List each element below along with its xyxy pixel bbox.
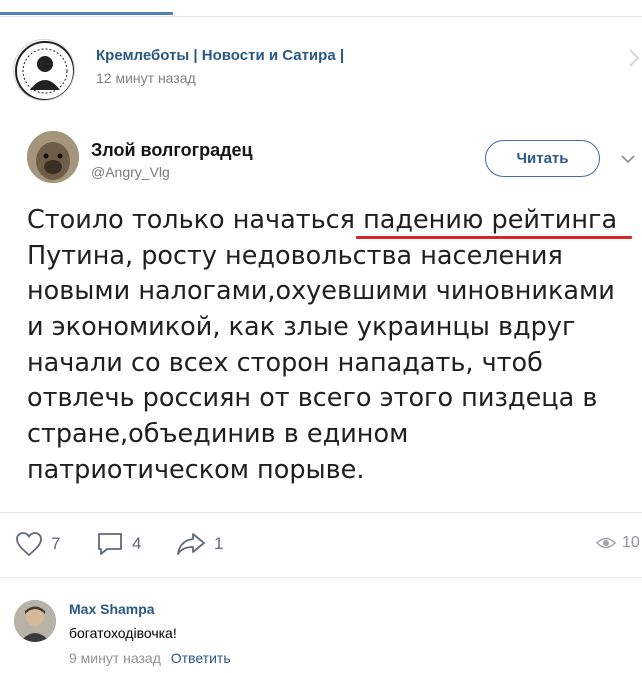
- post-menu-icon[interactable]: [628, 48, 642, 68]
- person-avatar-icon: [14, 600, 56, 642]
- share-icon: [177, 533, 205, 555]
- tweet-text-line: отвлечь россиян от всего этого пиздеца в: [27, 383, 598, 414]
- comment-count: 4: [132, 534, 142, 553]
- commenter-avatar[interactable]: [14, 600, 56, 642]
- divider: [0, 512, 642, 513]
- tweet-text-line: начали со всех сторон нападать, чтоб: [27, 347, 543, 378]
- tweet-text-line: стране,объединив в едином: [27, 419, 409, 450]
- tweet-text: Стоило только начаться падению рейтинга …: [27, 203, 642, 489]
- comment-time[interactable]: 9 минут назад: [69, 650, 161, 666]
- chevron-down-icon[interactable]: [620, 152, 636, 164]
- tweet-text-line: и экономикой, как злые украинцы вдруг: [27, 312, 576, 343]
- views-counter: 10: [596, 534, 640, 552]
- share-count: 1: [214, 534, 224, 553]
- views-count: 10: [622, 534, 640, 551]
- comment-icon: [98, 533, 122, 555]
- tweet-text-line: Стоило только начаться падению рейтинга: [27, 205, 618, 235]
- follow-button[interactable]: Читать: [485, 140, 600, 177]
- group-name[interactable]: Кремлеботы | Новости и Сатира |: [96, 47, 344, 64]
- eye-icon: [596, 537, 616, 549]
- share-button[interactable]: 1: [176, 530, 223, 558]
- divider: [0, 577, 642, 578]
- comment-author[interactable]: Max Shampa: [69, 601, 155, 617]
- tweet-text-line: Путина, росту недовольства населения: [27, 240, 563, 271]
- divider: [0, 16, 642, 17]
- tweet-author-handle[interactable]: @Angry_Vlg: [91, 164, 170, 180]
- like-count: 7: [51, 534, 61, 553]
- tweet-author-name[interactable]: Злой волгоградец: [91, 140, 253, 161]
- comment-text: богатоходівочка!: [69, 625, 177, 641]
- reply-link[interactable]: Ответить: [171, 650, 231, 666]
- comment-button[interactable]: 4: [96, 530, 141, 558]
- tweet-text-line: патриотическом порыве.: [27, 454, 365, 485]
- dog-avatar-icon: [27, 131, 79, 183]
- group-avatar[interactable]: [13, 39, 75, 101]
- group-logo-icon: [15, 41, 74, 100]
- heart-icon: [16, 532, 42, 557]
- like-button[interactable]: 7: [15, 530, 60, 558]
- active-tab-indicator: [0, 12, 173, 15]
- post-time[interactable]: 12 минут назад: [96, 70, 196, 86]
- highlight-underline: [356, 236, 632, 239]
- post-header: Кремлеботы | Новости и Сатира | 12 минут…: [0, 30, 642, 110]
- comment-meta: 9 минут назад Ответить: [69, 650, 231, 666]
- tweet-author-avatar[interactable]: [27, 131, 79, 183]
- tweet-text-line: новыми налогами,охуевшими чиновниками: [27, 276, 615, 307]
